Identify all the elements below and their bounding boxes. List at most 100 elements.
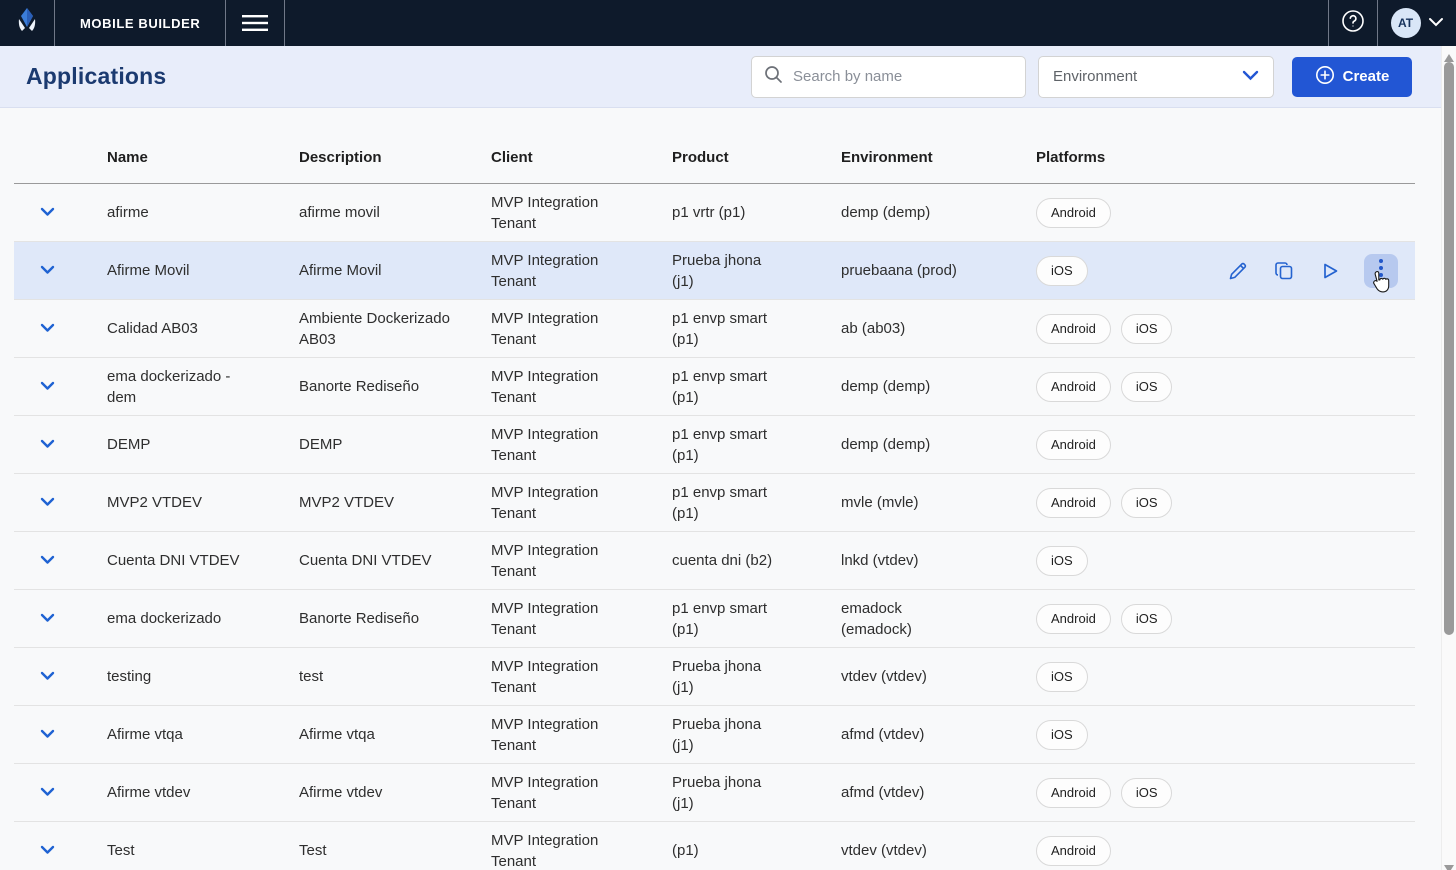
platform-pill-android: Android — [1036, 488, 1111, 518]
row-expand-button[interactable] — [14, 376, 107, 397]
table-row[interactable]: ema dockerizado - dem Banorte Rediseño M… — [14, 358, 1415, 416]
chevron-down-icon — [40, 260, 55, 281]
scroll-down-arrow-icon[interactable] — [1444, 860, 1454, 870]
app-name-cell: testing — [107, 666, 299, 687]
chevron-down-icon — [40, 782, 55, 803]
vertical-scrollbar[interactable] — [1441, 46, 1456, 870]
app-client-cell: MVP Integration Tenant — [491, 540, 672, 582]
chevron-down-icon — [1242, 68, 1259, 86]
chevron-down-icon — [40, 550, 55, 571]
search-input[interactable] — [793, 68, 1013, 85]
table-body: afirme afirme movil MVP Integration Tena… — [14, 184, 1415, 870]
row-expand-button[interactable] — [14, 434, 107, 455]
platform-pill-android: Android — [1036, 604, 1111, 634]
table-row[interactable]: Afirme vtqa Afirme vtqa MVP Integration … — [14, 706, 1415, 764]
avatar: AT — [1391, 8, 1421, 38]
table-row[interactable]: Calidad AB03 Ambiente Dockerizado AB03 M… — [14, 300, 1415, 358]
app-platforms-cell: AndroidiOS — [1036, 604, 1226, 634]
create-button[interactable]: Create — [1292, 57, 1412, 97]
environment-filter-dropdown[interactable]: Environment — [1038, 56, 1274, 98]
table-row[interactable]: MVP2 VTDEV MVP2 VTDEV MVP Integration Te… — [14, 474, 1415, 532]
app-platforms-cell: Android iOS — [1036, 778, 1226, 808]
app-environment-cell: vtdev (vtdev) — [841, 666, 1036, 687]
row-expand-button[interactable] — [14, 724, 107, 745]
app-product-cell: Prueba jhona (j1) — [672, 656, 841, 698]
row-expand-button[interactable] — [14, 666, 107, 687]
app-logo[interactable] — [0, 0, 54, 46]
app-product-cell: p1 vrtr (p1) — [672, 202, 841, 223]
app-description-cell: Afirme vtqa — [299, 724, 491, 745]
chevron-down-icon — [40, 434, 55, 455]
app-client-cell: MVP Integration Tenant — [491, 656, 672, 698]
row-expand-button[interactable] — [14, 608, 107, 629]
app-client-cell: MVP Integration Tenant — [491, 598, 672, 640]
chevron-down-icon — [40, 608, 55, 629]
table-row[interactable]: Test Test MVP Integration Tenant (p1) vt… — [14, 822, 1415, 870]
chevron-down-icon — [1428, 14, 1444, 32]
row-expand-button[interactable] — [14, 840, 107, 861]
app-client-cell: MVP Integration Tenant — [491, 424, 672, 466]
app-description-cell: Banorte Rediseño — [299, 376, 491, 397]
app-platforms-cell: AndroidiOS — [1036, 372, 1226, 402]
app-description-cell: DEMP — [299, 434, 491, 455]
create-button-label: Create — [1343, 68, 1390, 85]
app-platforms-cell: Android — [1036, 836, 1226, 866]
row-expand-button[interactable] — [14, 782, 107, 803]
platform-pill-ios: iOS — [1121, 778, 1173, 808]
app-product-cell: p1 envp smart (p1) — [672, 424, 841, 466]
chevron-down-icon — [40, 318, 55, 339]
app-environment-cell: afmd (vtdev) — [841, 724, 1036, 745]
app-description-cell: Banorte Rediseño — [299, 608, 491, 629]
run-icon[interactable] — [1318, 259, 1342, 283]
row-expand-button[interactable] — [14, 318, 107, 339]
app-product-cell: (p1) — [672, 840, 841, 861]
user-menu[interactable]: AT — [1378, 0, 1456, 46]
app-description-cell: Cuenta DNI VTDEV — [299, 550, 491, 571]
edit-icon[interactable] — [1226, 259, 1250, 283]
applications-table: Name Description Client Product Environm… — [14, 108, 1415, 870]
platform-pill-android: Android — [1036, 198, 1111, 228]
table-row[interactable]: Afirme Movil Afirme Movil MVP Integratio… — [14, 242, 1415, 300]
row-expand-button[interactable] — [14, 492, 107, 513]
table-row[interactable]: testing test MVP Integration Tenant Prue… — [14, 648, 1415, 706]
app-product-cell: Prueba jhona (j1) — [672, 772, 841, 814]
app-platforms-cell: iOS — [1036, 662, 1226, 692]
chevron-down-icon — [40, 202, 55, 223]
app-description-cell: Afirme vtdev — [299, 782, 491, 803]
platform-pill-ios: iOS — [1036, 662, 1088, 692]
row-expand-button[interactable] — [14, 202, 107, 223]
search-box[interactable] — [751, 56, 1026, 98]
app-environment-cell: lnkd (vtdev) — [841, 550, 1036, 571]
column-header-description: Description — [299, 149, 491, 166]
platform-pill-ios: iOS — [1121, 314, 1173, 344]
app-product-cell: p1 envp smart (p1) — [672, 308, 841, 350]
help-button[interactable] — [1329, 0, 1377, 46]
column-header-environment: Environment — [841, 149, 1036, 166]
table-row[interactable]: Cuenta DNI VTDEV Cuenta DNI VTDEV MVP In… — [14, 532, 1415, 590]
table-row[interactable]: DEMP DEMP MVP Integration Tenant p1 envp… — [14, 416, 1415, 474]
platform-pill-android: Android — [1036, 778, 1111, 808]
row-expand-button[interactable] — [14, 550, 107, 571]
top-bar: MOBILE BUILDER AT — [0, 0, 1456, 46]
app-client-cell: MVP Integration Tenant — [491, 366, 672, 408]
platform-pill-ios: iOS — [1036, 720, 1088, 750]
table-row[interactable]: ema dockerizado Banorte Rediseño MVP Int… — [14, 590, 1415, 648]
search-icon — [764, 65, 783, 89]
platform-pill-ios: iOS — [1121, 372, 1173, 402]
app-description-cell: afirme movil — [299, 202, 491, 223]
copy-icon[interactable] — [1272, 259, 1296, 283]
app-platforms-cell: iOS — [1036, 546, 1226, 576]
app-product-cell: Prueba jhona (j1) — [672, 714, 841, 756]
row-expand-button[interactable] — [14, 260, 107, 281]
app-description-cell: Afirme Movil — [299, 260, 491, 281]
app-environment-cell: emadock (emadock) — [841, 598, 1036, 640]
hamburger-menu-button[interactable] — [226, 0, 284, 46]
scrollbar-thumb[interactable] — [1444, 62, 1454, 635]
chevron-down-icon — [40, 376, 55, 397]
table-row[interactable]: Afirme vtdev Afirme vtdev MVP Integratio… — [14, 764, 1415, 822]
app-environment-cell: mvle (mvle) — [841, 492, 1036, 513]
app-name-cell: Afirme vtqa — [107, 724, 299, 745]
kebab-menu-button[interactable] — [1364, 254, 1398, 288]
app-description-cell: MVP2 VTDEV — [299, 492, 491, 513]
table-row[interactable]: afirme afirme movil MVP Integration Tena… — [14, 184, 1415, 242]
